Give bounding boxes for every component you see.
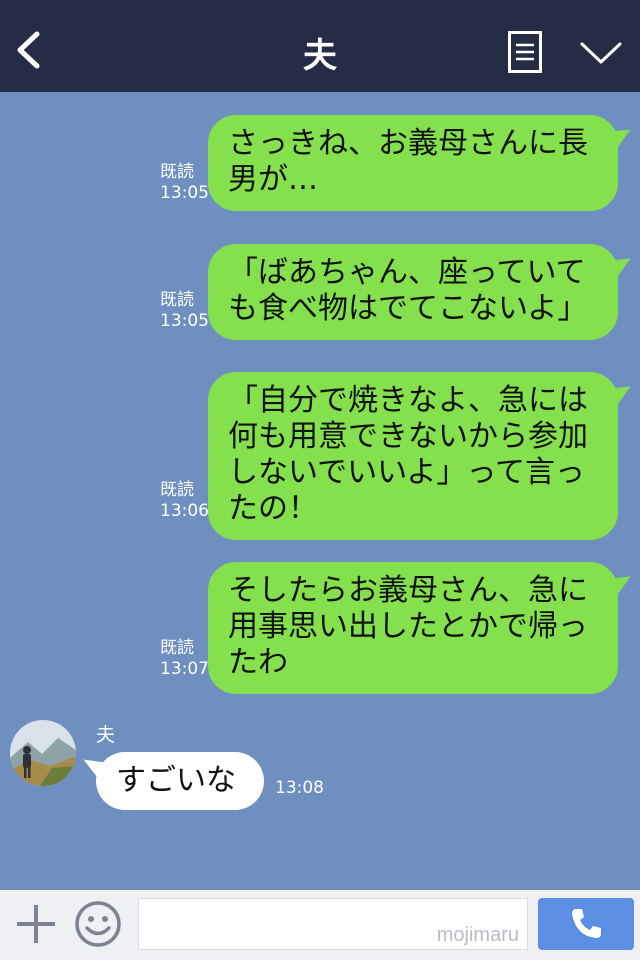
- message-line: も食べ物はでてこないよ」: [228, 291, 588, 326]
- read-status: 既読 13:05: [160, 162, 209, 204]
- message-line: しないでいいよ」って言っ: [228, 455, 585, 490]
- outgoing-message[interactable]: さっきね、お義母さんに長 男が…: [208, 115, 618, 211]
- avatar[interactable]: [10, 720, 76, 786]
- message-line: 「自分で焼きなよ、急には: [228, 383, 588, 418]
- outgoing-message[interactable]: 「ばあちゃん、座っていて も食べ物はでてこないよ」: [208, 244, 618, 340]
- message-line: 何も用意できないから参加: [228, 419, 588, 454]
- message-line: そしたらお義母さん、急に: [228, 573, 588, 608]
- plus-icon[interactable]: [14, 902, 58, 946]
- menu-icon[interactable]: [508, 31, 542, 73]
- chat-area: 既読 13:05 さっきね、お義母さんに長 男が… 既読 13:05 「ばあちゃ…: [0, 92, 640, 890]
- message-time: 13:07: [160, 659, 209, 679]
- message-line: たの！: [228, 491, 318, 526]
- message-line: たわ: [228, 645, 288, 680]
- read-label: 既読: [160, 480, 194, 500]
- chevron-down-icon[interactable]: [578, 36, 624, 68]
- message-time: 13:05: [160, 183, 209, 203]
- chat-title: 夫: [303, 36, 337, 76]
- smile-icon[interactable]: [74, 900, 122, 948]
- message-time: 13:06: [160, 501, 209, 521]
- outgoing-message[interactable]: そしたらお義母さん、急に 用事思い出したとかで帰っ たわ: [208, 562, 618, 694]
- chat-header: 夫: [0, 0, 640, 92]
- message-bubble[interactable]: そしたらお義母さん、急に 用事思い出したとかで帰っ たわ: [208, 562, 618, 694]
- watermark: mojimaru: [436, 924, 519, 946]
- message-input[interactable]: mojimaru: [138, 898, 528, 950]
- message-bubble[interactable]: 「自分で焼きなよ、急には 何も用意できないから参加 しないでいいよ」って言っ た…: [208, 372, 618, 540]
- read-status: 既読 13:07: [160, 638, 209, 680]
- outgoing-message[interactable]: 「自分で焼きなよ、急には 何も用意できないから参加 しないでいいよ」って言っ た…: [208, 372, 618, 540]
- message-bubble[interactable]: さっきね、お義母さんに長 男が…: [208, 115, 618, 211]
- message-line: さっきね、お義母さんに長: [228, 126, 588, 161]
- message-line: 用事思い出したとかで帰っ: [228, 609, 588, 644]
- sender-name: 夫: [96, 724, 116, 746]
- read-status: 既読 13:05: [160, 290, 209, 332]
- incoming-message-bubble[interactable]: すごいな: [96, 752, 264, 810]
- message-time: 13:08: [275, 778, 324, 798]
- read-label: 既読: [160, 290, 194, 310]
- message-line: 男が…: [228, 162, 318, 197]
- read-label: 既読: [160, 162, 194, 182]
- read-label: 既読: [160, 638, 194, 658]
- phone-icon: [572, 909, 601, 938]
- message-line: 「ばあちゃん、座っていて: [228, 255, 586, 290]
- call-button[interactable]: [538, 898, 634, 950]
- read-status: 既読 13:06: [160, 480, 209, 522]
- message-bubble[interactable]: 「ばあちゃん、座っていて も食べ物はでてこないよ」: [208, 244, 618, 340]
- message-time: 13:05: [160, 311, 209, 331]
